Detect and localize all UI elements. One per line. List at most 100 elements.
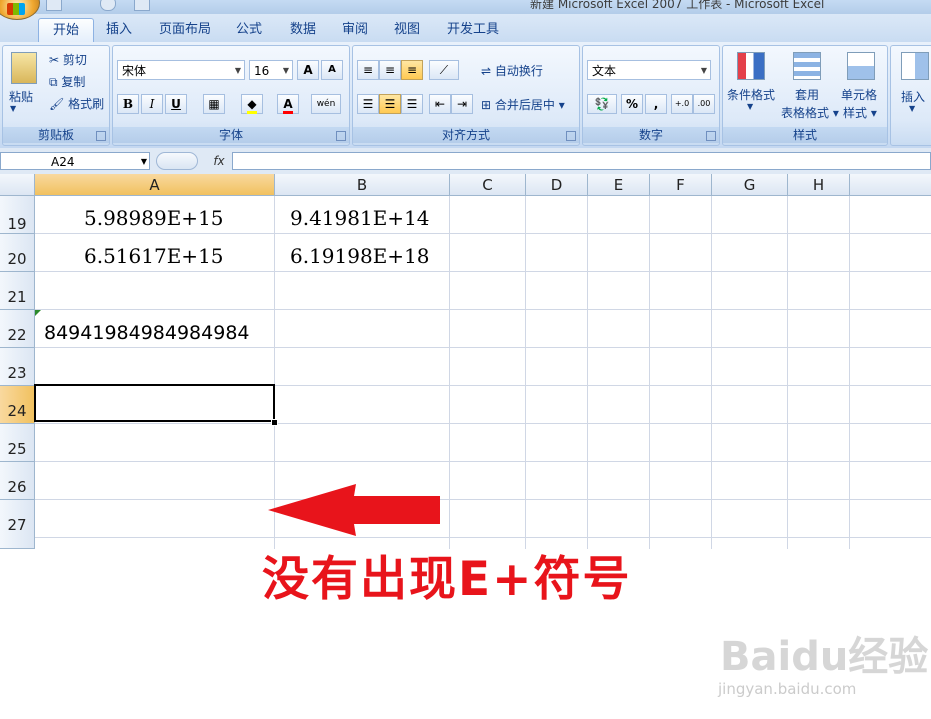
phonetic-button[interactable]: wén — [311, 94, 341, 114]
decrease-decimal-button[interactable]: .00 — [693, 94, 715, 114]
tab-review[interactable]: 审阅 — [334, 18, 376, 42]
cell-styles-icon[interactable] — [847, 52, 875, 80]
merge-center-label: 合并后居中 — [494, 98, 555, 112]
font-name-select[interactable]: 宋体 ▼ — [117, 60, 245, 80]
insert-cells-icon[interactable] — [901, 52, 929, 80]
tab-insert[interactable]: 插入 — [96, 18, 142, 42]
row-header-22[interactable]: 22 — [0, 310, 35, 348]
fill-color-button[interactable]: ◆ — [241, 94, 263, 114]
tab-data[interactable]: 数据 — [282, 18, 324, 42]
align-top-button[interactable]: ≡ — [357, 60, 379, 80]
insert-cells-button[interactable]: 插入 — [901, 88, 925, 105]
merge-center-button[interactable]: ⊞ 合并后居中 ▾ — [481, 96, 565, 113]
name-box[interactable]: A24 ▼ — [0, 152, 150, 170]
tab-view[interactable]: 视图 — [386, 18, 428, 42]
gridline — [35, 233, 931, 234]
watermark-url: jingyan.baidu.com — [718, 680, 857, 698]
formula-bar-toggle[interactable] — [156, 152, 198, 170]
column-header-d[interactable]: D — [526, 174, 588, 196]
gridline — [525, 196, 526, 549]
format-painter-button[interactable]: 🖌 格式刷 — [49, 95, 104, 112]
worksheet-grid[interactable]: A B C D E F G H 19 20 21 22 23 24 25 26 … — [0, 174, 931, 698]
copy-button[interactable]: ⧉ 复制 — [49, 73, 85, 90]
comma-button[interactable]: , — [645, 94, 667, 114]
increase-decimal-button[interactable]: +.0 — [671, 94, 693, 114]
grow-font-button[interactable]: A — [297, 60, 319, 80]
align-right-button[interactable]: ☰ — [401, 94, 423, 114]
orientation-button[interactable]: ⟋ — [429, 60, 459, 80]
row-header-24[interactable]: 24 — [0, 386, 35, 424]
format-as-table-icon[interactable] — [793, 52, 821, 80]
format-as-table-line1[interactable]: 套用 — [795, 86, 819, 103]
chevron-down-icon: ▼ — [700, 66, 707, 75]
row-header-20[interactable]: 20 — [0, 234, 35, 272]
number-launcher-icon[interactable] — [706, 131, 716, 141]
currency-button[interactable]: 💱 — [587, 94, 617, 114]
cell-a22[interactable]: 84941984984984984 — [44, 322, 250, 344]
cut-button[interactable]: ✂ 剪切 — [49, 51, 87, 68]
font-size-value: 16 — [254, 64, 270, 78]
row-header-19[interactable]: 19 — [0, 196, 35, 234]
conditional-formatting-icon[interactable] — [737, 52, 765, 80]
column-header-e[interactable]: E — [588, 174, 650, 196]
paste-icon[interactable] — [11, 52, 37, 84]
alignment-launcher-icon[interactable] — [566, 131, 576, 141]
formula-input[interactable] — [232, 152, 931, 170]
format-as-table-button[interactable]: 表格格式 ▾ — [781, 104, 839, 121]
clipboard-launcher-icon[interactable] — [96, 131, 106, 141]
column-header-g[interactable]: G — [712, 174, 788, 196]
tab-developer[interactable]: 开发工具 — [440, 18, 506, 42]
copy-label: 复制 — [61, 75, 86, 89]
increase-indent-button[interactable]: ⇥ — [451, 94, 473, 114]
column-header-c[interactable]: C — [450, 174, 526, 196]
row-header-23[interactable]: 23 — [0, 348, 35, 386]
fill-handle[interactable] — [271, 419, 278, 426]
bold-button[interactable]: B — [117, 94, 139, 114]
insert-function-button[interactable]: fx — [208, 152, 230, 170]
align-bottom-button[interactable]: ≡ — [401, 60, 423, 80]
row-header-25[interactable]: 25 — [0, 424, 35, 462]
tab-page-layout[interactable]: 页面布局 — [150, 18, 220, 42]
column-header-h[interactable]: H — [788, 174, 850, 196]
error-indicator-icon[interactable] — [35, 310, 41, 316]
conditional-formatting-button[interactable]: 条件格式 — [727, 86, 775, 103]
cell-styles-button[interactable]: 样式 ▾ — [843, 104, 877, 121]
underline-button[interactable]: U — [165, 94, 187, 114]
currency-icon: 💱 — [594, 97, 610, 111]
fill-bucket-icon: ◆ — [247, 97, 257, 114]
row-header-21[interactable]: 21 — [0, 272, 35, 310]
cut-label: 剪切 — [62, 53, 87, 67]
align-center-button[interactable]: ☰ — [379, 94, 401, 114]
paste-dropdown-icon[interactable]: ▼ — [10, 104, 16, 113]
decrease-indent-button[interactable]: ⇤ — [429, 94, 451, 114]
cell-styles-line1[interactable]: 单元格 — [841, 86, 877, 103]
cell-b19[interactable]: 9.41981E+14 — [290, 206, 430, 230]
row-header-27[interactable]: 27 — [0, 500, 35, 549]
borders-button[interactable]: ▦ — [203, 94, 225, 114]
italic-button[interactable]: I — [141, 94, 163, 114]
column-header-f[interactable]: F — [650, 174, 712, 196]
column-header-b[interactable]: B — [275, 174, 450, 196]
save-icon[interactable] — [46, 0, 62, 11]
gridline — [649, 196, 650, 549]
font-size-select[interactable]: 16 ▼ — [249, 60, 293, 80]
font-launcher-icon[interactable] — [336, 131, 346, 141]
row-header-26[interactable]: 26 — [0, 462, 35, 500]
cell-a19[interactable]: 5.98989E+15 — [84, 206, 224, 230]
align-left-button[interactable]: ☰ — [357, 94, 379, 114]
tab-home[interactable]: 开始 — [38, 18, 94, 43]
column-header-a[interactable]: A — [35, 174, 275, 196]
number-format-select[interactable]: 文本 ▼ — [587, 60, 711, 80]
print-preview-icon[interactable] — [134, 0, 150, 11]
select-all-corner[interactable] — [0, 174, 35, 196]
cell-a20[interactable]: 6.51617E+15 — [84, 244, 224, 268]
selected-cell-a24[interactable] — [34, 384, 275, 422]
shrink-font-button[interactable]: A — [321, 60, 343, 80]
percent-button[interactable]: % — [621, 94, 643, 114]
font-color-button[interactable]: A — [277, 94, 299, 114]
cell-b20[interactable]: 6.19198E+18 — [290, 244, 430, 268]
wrap-text-button[interactable]: ⇌ 自动换行 — [481, 62, 543, 79]
tab-formulas[interactable]: 公式 — [228, 18, 270, 42]
align-middle-button[interactable]: ≡ — [379, 60, 401, 80]
paste-button[interactable]: 粘贴 — [9, 88, 33, 105]
